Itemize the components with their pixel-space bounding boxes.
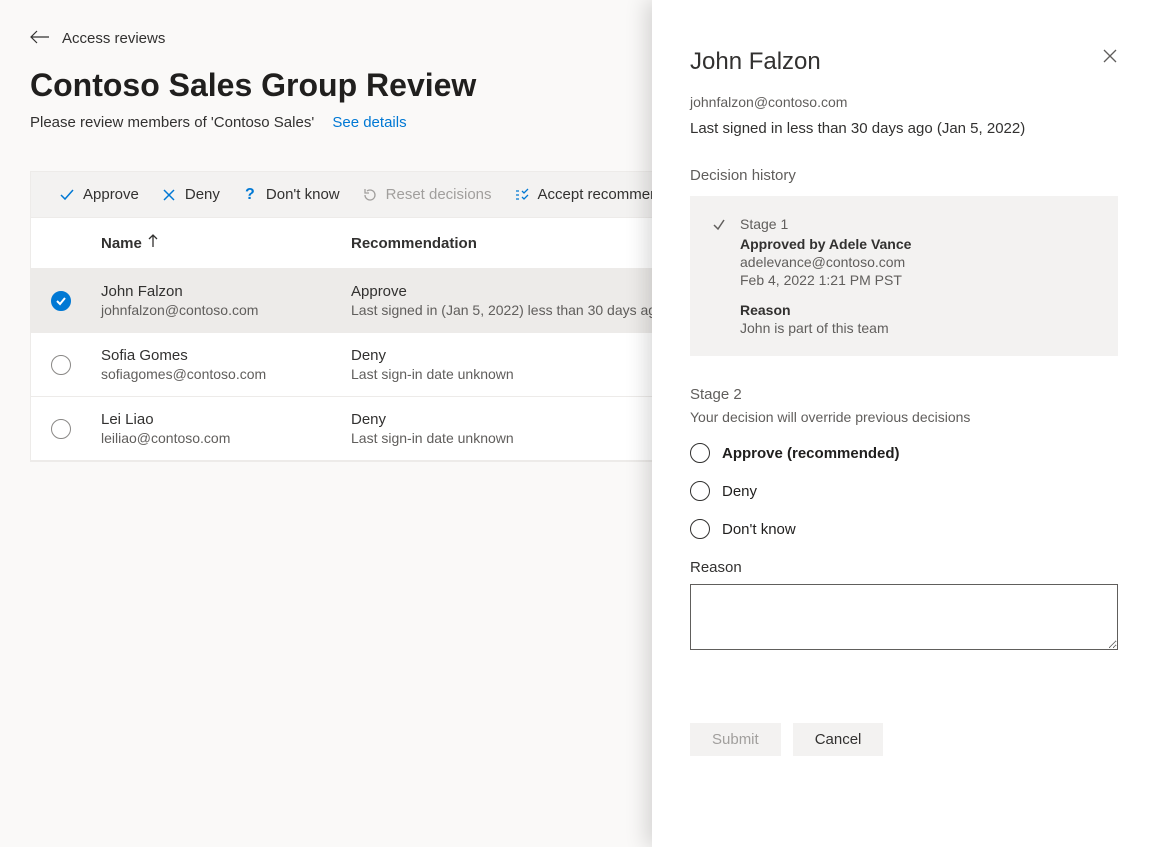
reason-textarea[interactable] (690, 584, 1118, 650)
history-date: Feb 4, 2022 1:21 PM PST (740, 272, 1096, 288)
question-icon: ? (242, 187, 258, 203)
row-select-radio[interactable] (51, 419, 71, 439)
deny-button[interactable]: Deny (161, 186, 220, 203)
row-select-radio[interactable] (51, 291, 71, 311)
override-note: Your decision will override previous dec… (690, 409, 1118, 425)
check-icon (712, 218, 726, 336)
back-arrow-icon[interactable] (30, 30, 50, 47)
panel-signin-info: Last signed in less than 30 days ago (Ja… (690, 120, 1118, 137)
row-name: John Falzon (101, 283, 258, 300)
history-reason-label: Reason (740, 302, 1096, 318)
breadcrumb-label: Access reviews (62, 30, 165, 47)
reason-field-label: Reason (690, 559, 1118, 576)
radio-icon (690, 443, 710, 463)
sort-asc-icon (148, 234, 158, 252)
close-button[interactable] (1102, 48, 1118, 67)
list-check-icon (514, 187, 530, 203)
option-approve[interactable]: Approve (recommended) (690, 443, 1118, 463)
row-email: sofiagomes@contoso.com (101, 366, 266, 382)
approve-button[interactable]: Approve (59, 186, 139, 203)
stage2-label: Stage 2 (690, 386, 1118, 403)
dont-know-button[interactable]: ? Don't know (242, 186, 340, 203)
history-approver-email: adelevance@contoso.com (740, 254, 1096, 270)
history-reason: John is part of this team (740, 320, 1096, 336)
submit-button[interactable]: Submit (690, 723, 781, 756)
panel-title: John Falzon (690, 48, 821, 76)
row-email: johnfalzon@contoso.com (101, 302, 258, 318)
decision-history-label: Decision history (690, 167, 1118, 184)
check-icon (59, 187, 75, 203)
cancel-button[interactable]: Cancel (793, 723, 884, 756)
decision-history-card: Stage 1 Approved by Adele Vance adelevan… (690, 196, 1118, 356)
row-select-radio[interactable] (51, 355, 71, 375)
history-decision: Approved by Adele Vance (740, 236, 1096, 252)
x-icon (161, 187, 177, 203)
column-name[interactable]: Name (101, 234, 351, 252)
row-name: Sofia Gomes (101, 347, 266, 364)
option-dont-know[interactable]: Don't know (690, 519, 1118, 539)
panel-email: johnfalzon@contoso.com (690, 94, 1118, 110)
radio-icon (690, 481, 710, 501)
option-deny[interactable]: Deny (690, 481, 1118, 501)
radio-icon (690, 519, 710, 539)
see-details-link[interactable]: See details (332, 114, 406, 131)
row-email: leiliao@contoso.com (101, 430, 230, 446)
history-stage: Stage 1 (740, 216, 1096, 232)
details-panel: John Falzon johnfalzon@contoso.com Last … (652, 0, 1156, 847)
row-name: Lei Liao (101, 411, 230, 428)
subtitle-text: Please review members of 'Contoso Sales' (30, 114, 314, 131)
reset-decisions-button: Reset decisions (362, 186, 492, 203)
reset-icon (362, 187, 378, 203)
